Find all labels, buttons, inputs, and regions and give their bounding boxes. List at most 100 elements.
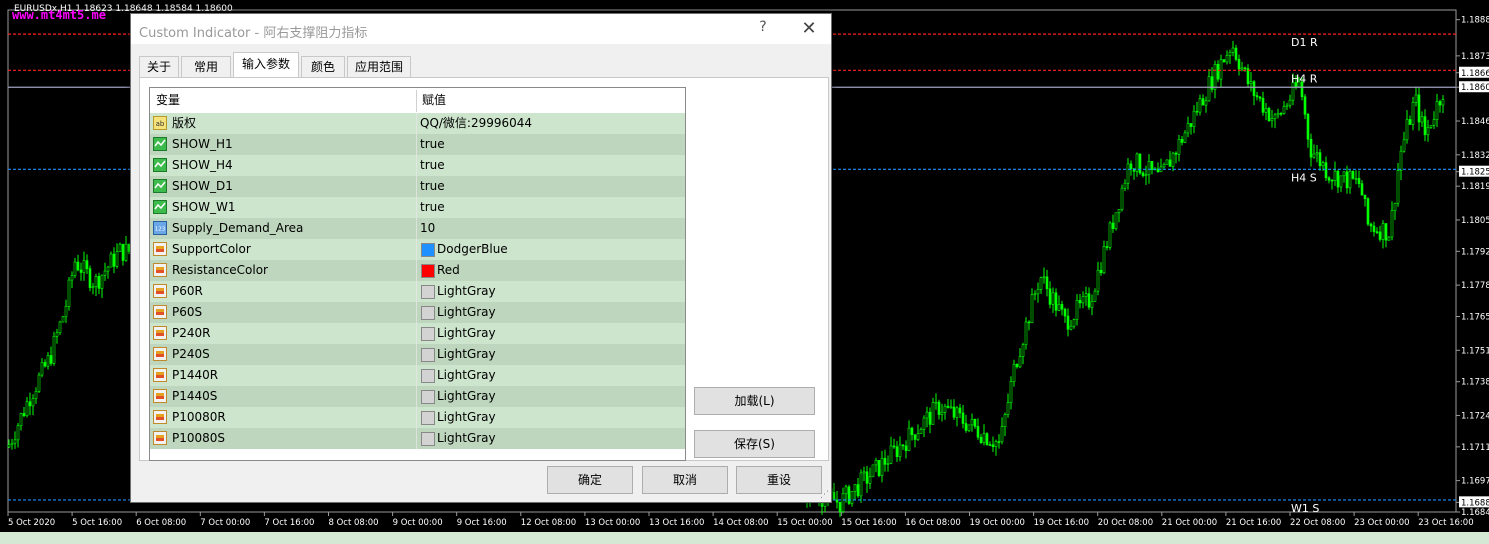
candle-body — [931, 402, 935, 425]
input-value[interactable]: 10 — [420, 218, 435, 239]
load-button[interactable]: 加载(L) — [694, 387, 815, 415]
time-label: 19 Oct 00:00 — [970, 518, 1025, 528]
candle-body — [1087, 293, 1091, 308]
input-value[interactable]: LightGray — [437, 302, 496, 323]
candle-body — [85, 260, 89, 269]
save-button[interactable]: 保存(S) — [694, 430, 815, 458]
candle-body — [979, 436, 983, 443]
candle-body — [19, 413, 23, 427]
candle-body — [1330, 179, 1334, 182]
candle-body — [88, 268, 92, 288]
input-value[interactable]: true — [420, 155, 445, 176]
candle-body — [859, 472, 863, 497]
input-value[interactable]: true — [420, 176, 445, 197]
cancel-button[interactable]: 取消 — [642, 466, 728, 494]
input-value[interactable]: LightGray — [437, 365, 496, 386]
reset-button[interactable]: 重设 — [736, 466, 822, 494]
input-value[interactable]: LightGray — [437, 281, 496, 302]
candle-body — [946, 405, 950, 408]
input-row[interactable]: P240S LightGray — [150, 344, 685, 365]
candle-body — [1312, 153, 1316, 158]
candle-body — [97, 276, 101, 289]
price-label: 1.16840 — [1461, 508, 1489, 518]
input-value[interactable]: true — [420, 197, 445, 218]
color-swatch — [421, 348, 435, 362]
column-variable[interactable]: 变量 — [150, 88, 180, 113]
input-row[interactable]: SHOW_D1 true — [150, 176, 685, 197]
input-value[interactable]: Red — [437, 260, 460, 281]
candle-body — [1111, 222, 1115, 230]
candle-body — [856, 484, 860, 497]
input-row[interactable]: SHOW_W1 true — [150, 197, 685, 218]
input-name: SHOW_H4 — [172, 158, 233, 172]
svg-text:123: 123 — [155, 227, 166, 233]
input-value[interactable]: LightGray — [437, 407, 496, 428]
input-row[interactable]: P60R LightGray — [150, 281, 685, 302]
input-value[interactable]: LightGray — [437, 428, 496, 449]
input-row[interactable]: SHOW_H1 true — [150, 134, 685, 155]
candle-body — [1420, 116, 1424, 123]
candle-body — [1303, 96, 1307, 115]
input-row[interactable]: P10080S LightGray — [150, 428, 685, 449]
input-row[interactable]: ab 版权 QQ/微信:29996044 — [150, 113, 685, 134]
tab-colors[interactable]: 颜色 — [301, 56, 345, 77]
candle-body — [1120, 187, 1124, 210]
input-row[interactable]: P1440S LightGray — [150, 386, 685, 407]
input-row[interactable]: P10080R LightGray — [150, 407, 685, 428]
column-value[interactable]: 赋值 — [416, 88, 446, 113]
color-type-icon — [153, 305, 167, 319]
input-row[interactable]: P1440R LightGray — [150, 365, 685, 386]
candle-body — [1288, 99, 1292, 106]
candle-body — [1261, 97, 1265, 113]
candle-body — [1195, 110, 1199, 113]
input-row[interactable]: ResistanceColor Red — [150, 260, 685, 281]
candle-body — [118, 243, 122, 252]
candle-body — [916, 433, 920, 440]
ok-button[interactable]: 确定 — [547, 466, 633, 494]
candle-body — [994, 441, 998, 448]
candle-body — [1054, 292, 1058, 311]
candle-body — [1042, 276, 1046, 279]
price-label: 1.17240 — [1461, 411, 1489, 421]
time-label: 6 Oct 08:00 — [136, 518, 186, 528]
candle-body — [997, 441, 1001, 443]
candle-body — [1219, 59, 1223, 80]
candle-body — [1432, 119, 1436, 126]
close-icon[interactable]: ✕ — [799, 18, 819, 39]
input-value[interactable]: QQ/微信:29996044 — [420, 113, 532, 134]
tab-inputs[interactable]: 输入参数 — [233, 52, 299, 77]
tab-about[interactable]: 关于 — [139, 56, 179, 77]
tab-common[interactable]: 常用 — [181, 56, 231, 77]
candle-body — [1000, 426, 1004, 443]
tab-visualization[interactable]: 应用范围 — [347, 56, 411, 77]
candle-body — [1273, 114, 1277, 119]
input-row[interactable]: SupportColor DodgerBlue — [150, 239, 685, 260]
input-name: Supply_Demand_Area — [172, 221, 304, 235]
time-label: 13 Oct 16:00 — [649, 518, 704, 528]
candle-body — [1201, 98, 1205, 106]
candle-body — [1306, 114, 1310, 140]
input-row[interactable]: P60S LightGray — [150, 302, 685, 323]
color-type-icon — [153, 368, 167, 382]
input-value[interactable]: true — [420, 134, 445, 155]
candle-body — [1417, 94, 1421, 123]
input-value[interactable]: LightGray — [437, 344, 496, 365]
candle-body — [1012, 364, 1016, 382]
candle-body — [853, 484, 857, 492]
input-row[interactable]: 123 Supply_Demand_Area 10 — [150, 218, 685, 239]
inputs-grid[interactable]: 变量 赋值 ab 版权 QQ/微信:29996044 SHOW_H1 true SHOW_… — [149, 87, 686, 461]
input-value[interactable]: DodgerBlue — [437, 239, 508, 260]
input-value[interactable]: LightGray — [437, 386, 496, 407]
candle-body — [1027, 321, 1031, 324]
resize-grip-icon[interactable]: ⋰ — [820, 490, 829, 500]
dialog-title: Custom Indicator - 阿右支撑阻力指标 — [139, 26, 368, 41]
help-icon[interactable]: ? — [753, 19, 773, 35]
candle-body — [91, 286, 95, 289]
input-row[interactable]: SHOW_H4 true — [150, 155, 685, 176]
color-swatch — [421, 369, 435, 383]
input-value[interactable]: LightGray — [437, 323, 496, 344]
candle-body — [1285, 104, 1289, 107]
input-row[interactable]: P240R LightGray — [150, 323, 685, 344]
candle-body — [1009, 381, 1013, 403]
candle-body — [1237, 59, 1241, 70]
